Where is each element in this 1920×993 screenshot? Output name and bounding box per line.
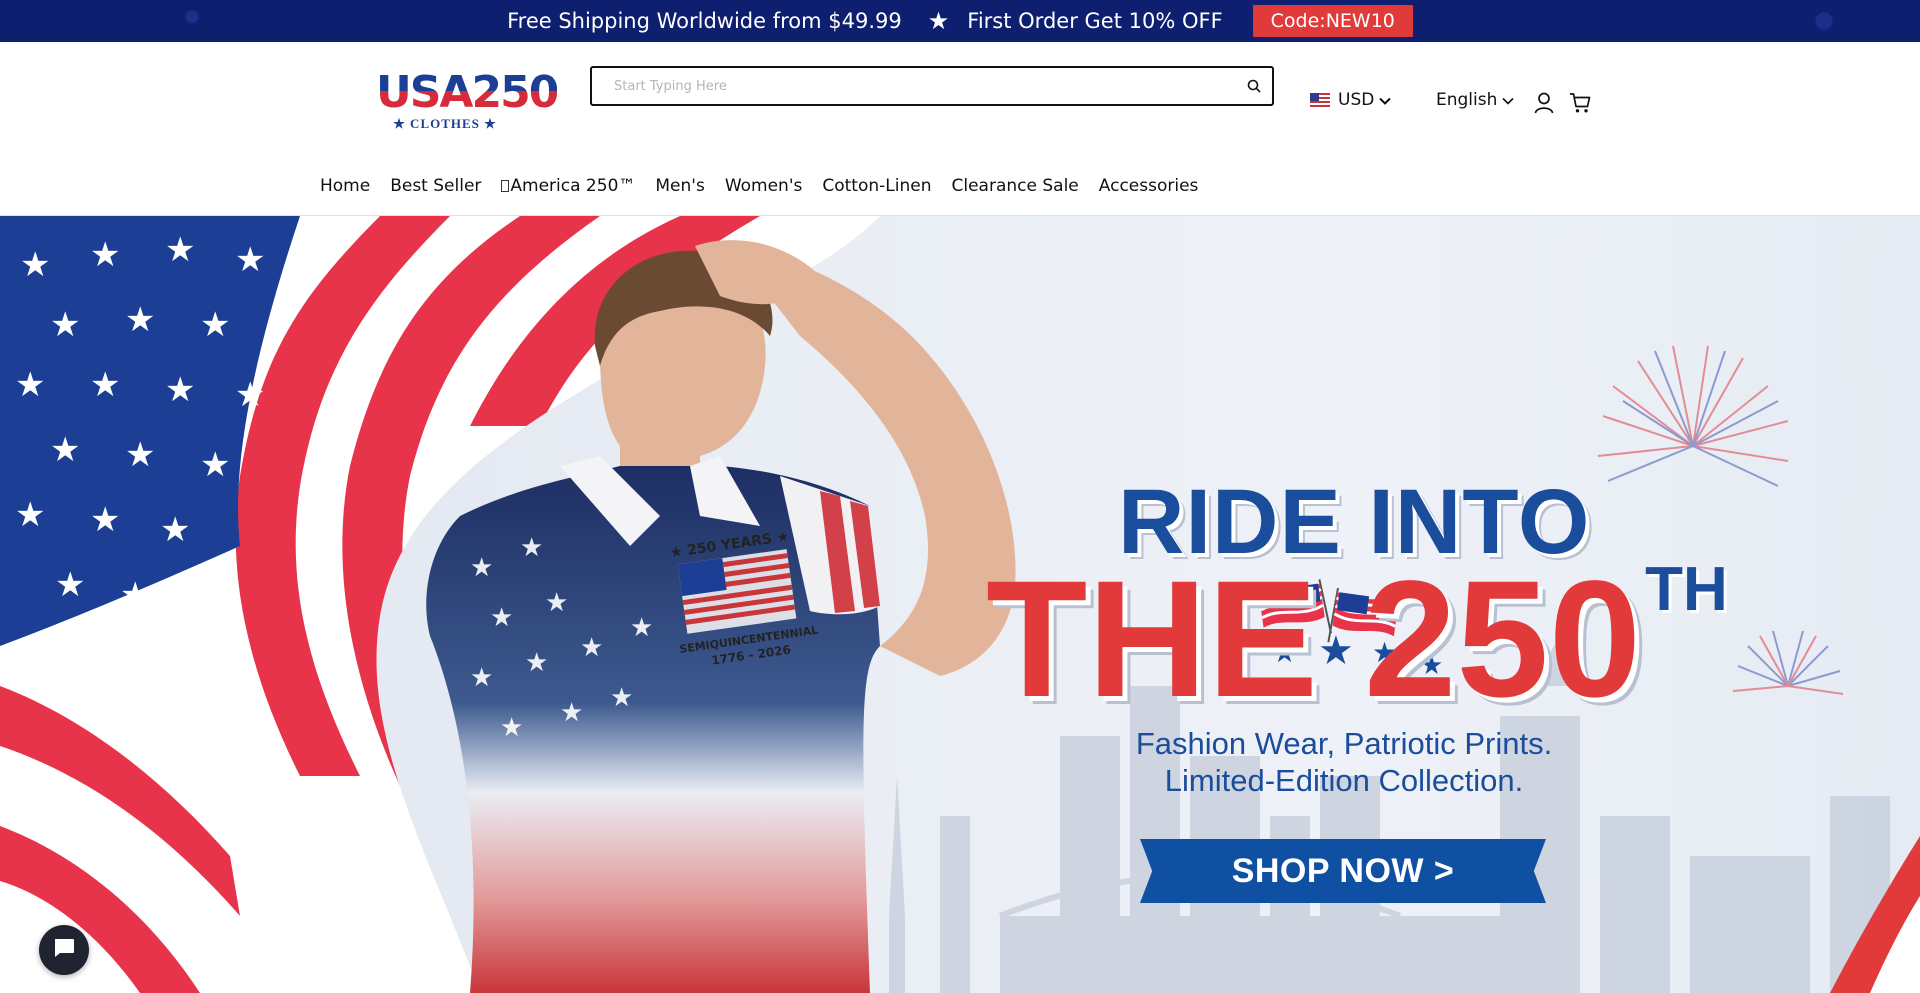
chat-icon	[53, 938, 75, 962]
svg-text:★: ★	[560, 698, 583, 728]
svg-text:★: ★	[470, 553, 493, 583]
svg-text:★: ★	[630, 613, 653, 643]
svg-text:★: ★	[160, 510, 190, 550]
shop-now-button[interactable]: SHOP NOW >	[1140, 839, 1546, 903]
svg-text:★: ★	[90, 235, 120, 275]
language-label: English	[1436, 90, 1498, 110]
svg-text:★: ★	[165, 230, 195, 270]
svg-text:★: ★	[125, 300, 155, 340]
nav-item-best-seller[interactable]: Best Seller	[390, 176, 481, 196]
logo-text: USA250	[376, 67, 559, 118]
nav-item-mens[interactable]: Men's	[655, 176, 704, 196]
search-box	[590, 66, 1274, 106]
main-nav: Home Best Seller America 250™ Men's Wome…	[320, 176, 1218, 196]
svg-text:★: ★	[235, 240, 265, 280]
hero-headline-sup: TH	[1645, 555, 1728, 624]
svg-text:★: ★	[500, 713, 523, 743]
svg-text:★: ★	[15, 365, 45, 405]
hero-subline-2: Limited-Edition Collection.	[1164, 763, 1524, 798]
flag-glyph	[501, 180, 510, 192]
user-icon[interactable]	[1534, 92, 1554, 118]
site-logo[interactable]: USA250 ★ CLOTHES ★	[376, 71, 559, 134]
search-input[interactable]	[592, 68, 1236, 104]
svg-text:★: ★	[525, 648, 548, 678]
svg-text:★: ★	[235, 375, 265, 415]
svg-text:★: ★	[50, 430, 80, 470]
svg-text:★: ★	[125, 435, 155, 475]
nav-item-womens[interactable]: Women's	[725, 176, 803, 196]
search-icon[interactable]	[1236, 68, 1272, 104]
us-flag-icon	[1310, 93, 1330, 107]
currency-selector[interactable]: USD	[1310, 90, 1392, 110]
svg-text:★: ★	[470, 663, 493, 693]
svg-text:★: ★	[200, 305, 230, 345]
hero-headline-2: THE 250 TH	[986, 555, 1728, 725]
logo-subtext: ★ CLOTHES ★	[393, 116, 497, 131]
svg-text:★: ★	[165, 370, 195, 410]
svg-text:★: ★	[520, 533, 543, 563]
shipping-text: Free Shipping Worldwide from $49.99	[507, 9, 902, 33]
svg-text:★: ★	[55, 565, 85, 605]
chevron-down-icon	[1379, 90, 1392, 110]
offer-text: First Order Get 10% OFF	[967, 9, 1223, 33]
nav-item-label: America 250™	[510, 176, 636, 196]
logo-wordmark: USA250	[376, 71, 559, 115]
language-selector[interactable]: English	[1436, 90, 1514, 110]
nav-item-home[interactable]: Home	[320, 176, 370, 196]
discount-code-badge[interactable]: Code:NEW10	[1252, 5, 1413, 37]
hero-subline-1: Fashion Wear, Patriotic Prints.	[1135, 726, 1553, 761]
hero-headline-number: THE 250	[986, 547, 1642, 732]
nav-item-america-250[interactable]: America 250™	[501, 176, 635, 196]
cart-icon[interactable]	[1569, 92, 1591, 118]
currency-label: USD	[1338, 90, 1375, 110]
svg-text:★: ★	[120, 575, 150, 615]
svg-text:★: ★	[545, 588, 568, 618]
svg-text:★: ★	[90, 500, 120, 540]
chevron-down-icon	[1502, 90, 1514, 110]
svg-text:★: ★	[200, 445, 230, 485]
svg-text:★: ★	[90, 365, 120, 405]
svg-text:★: ★	[50, 305, 80, 345]
star-separator: ★	[927, 7, 950, 35]
svg-text:★: ★	[580, 633, 603, 663]
svg-text:★: ★	[20, 245, 50, 285]
nav-item-accessories[interactable]: Accessories	[1099, 176, 1199, 196]
nav-item-clearance-sale[interactable]: Clearance Sale	[952, 176, 1079, 196]
chat-button[interactable]	[39, 925, 89, 975]
announcement-bar: Free Shipping Worldwide from $49.99 ★ Fi…	[0, 0, 1920, 42]
svg-text:★: ★	[610, 683, 633, 713]
nav-item-cotton-linen[interactable]: Cotton-Linen	[822, 176, 931, 196]
svg-text:★: ★	[490, 603, 513, 633]
svg-text:★: ★	[15, 495, 45, 535]
